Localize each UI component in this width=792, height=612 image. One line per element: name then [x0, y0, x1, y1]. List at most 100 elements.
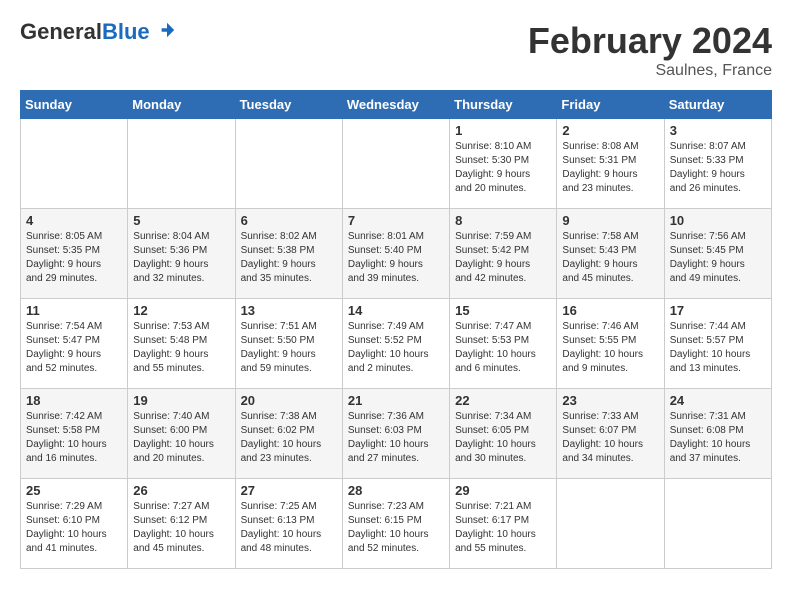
calendar-cell: 6 Sunrise: 8:02 AM Sunset: 5:38 PM Daylig… [235, 209, 342, 299]
day-info: Sunrise: 8:05 AM Sunset: 5:35 PM Dayligh… [26, 230, 122, 286]
day-info: Sunrise: 7:53 AM Sunset: 5:48 PM Dayligh… [133, 320, 229, 376]
weekday-header-thursday: Thursday [450, 91, 557, 119]
calendar-cell: 4 Sunrise: 8:05 AM Sunset: 5:35 PM Daylig… [21, 209, 128, 299]
day-number: 12 [133, 303, 229, 318]
day-number: 29 [455, 483, 551, 498]
calendar-cell: 2 Sunrise: 8:08 AM Sunset: 5:31 PM Daylig… [557, 119, 664, 209]
calendar-cell [557, 479, 664, 569]
day-number: 8 [455, 213, 551, 228]
calendar-week-row: 1Sunrise: 8:10 AM Sunset: 5:30 PM Daylig… [21, 119, 772, 209]
calendar-week-row: 11 Sunrise: 7:54 AM Sunset: 5:47 PM Dayli… [21, 299, 772, 389]
calendar-cell: 1Sunrise: 8:10 AM Sunset: 5:30 PM Daylig… [450, 119, 557, 209]
day-info: Sunrise: 7:36 AM Sunset: 6:03 PM Dayligh… [348, 410, 444, 466]
calendar-cell: 20Sunrise: 7:38 AM Sunset: 6:02 PM Dayli… [235, 389, 342, 479]
weekday-header-sunday: Sunday [21, 91, 128, 119]
day-number: 10 [670, 213, 766, 228]
logo-blue-text: Blue [102, 19, 150, 44]
day-info: Sunrise: 7:31 AM Sunset: 6:08 PM Dayligh… [670, 410, 766, 466]
day-info: Sunrise: 7:33 AM Sunset: 6:07 PM Dayligh… [562, 410, 658, 466]
calendar-cell: 29 Sunrise: 7:21 AM Sunset: 6:17 PM Dayli… [450, 479, 557, 569]
calendar-cell: 8 Sunrise: 7:59 AM Sunset: 5:42 PM Daylig… [450, 209, 557, 299]
day-info: Sunrise: 7:58 AM Sunset: 5:43 PM Dayligh… [562, 230, 658, 286]
day-info: Sunrise: 7:38 AM Sunset: 6:02 PM Dayligh… [241, 410, 337, 466]
day-number: 26 [133, 483, 229, 498]
calendar-cell: 25 Sunrise: 7:29 AM Sunset: 6:10 PM Dayli… [21, 479, 128, 569]
day-info: Sunrise: 7:25 AM Sunset: 6:13 PM Dayligh… [241, 500, 337, 556]
calendar-cell: 9 Sunrise: 7:58 AM Sunset: 5:43 PM Daylig… [557, 209, 664, 299]
day-info: Sunrise: 7:29 AM Sunset: 6:10 PM Dayligh… [26, 500, 122, 556]
day-number: 11 [26, 303, 122, 318]
calendar-cell [342, 119, 449, 209]
calendar-week-row: 25 Sunrise: 7:29 AM Sunset: 6:10 PM Dayli… [21, 479, 772, 569]
calendar-cell: 16Sunrise: 7:46 AM Sunset: 5:55 PM Dayli… [557, 299, 664, 389]
calendar-cell: 12 Sunrise: 7:53 AM Sunset: 5:48 PM Dayli… [128, 299, 235, 389]
calendar-cell: 22 Sunrise: 7:34 AM Sunset: 6:05 PM Dayli… [450, 389, 557, 479]
month-title: February 2024 [528, 20, 772, 62]
calendar-week-row: 18 Sunrise: 7:42 AM Sunset: 5:58 PM Dayli… [21, 389, 772, 479]
day-info: Sunrise: 7:34 AM Sunset: 6:05 PM Dayligh… [455, 410, 551, 466]
logo-icon [158, 21, 176, 39]
calendar-table: SundayMondayTuesdayWednesdayThursdayFrid… [20, 90, 772, 569]
day-number: 16 [562, 303, 658, 318]
day-info: Sunrise: 7:59 AM Sunset: 5:42 PM Dayligh… [455, 230, 551, 286]
day-number: 22 [455, 393, 551, 408]
weekday-header-friday: Friday [557, 91, 664, 119]
day-number: 4 [26, 213, 122, 228]
calendar-cell: 17 Sunrise: 7:44 AM Sunset: 5:57 PM Dayli… [664, 299, 771, 389]
day-number: 24 [670, 393, 766, 408]
day-number: 17 [670, 303, 766, 318]
calendar-cell: 10 Sunrise: 7:56 AM Sunset: 5:45 PM Dayli… [664, 209, 771, 299]
day-number: 18 [26, 393, 122, 408]
calendar-cell: 5Sunrise: 8:04 AM Sunset: 5:36 PM Daylig… [128, 209, 235, 299]
calendar-week-row: 4 Sunrise: 8:05 AM Sunset: 5:35 PM Daylig… [21, 209, 772, 299]
day-number: 21 [348, 393, 444, 408]
calendar-cell: 11 Sunrise: 7:54 AM Sunset: 5:47 PM Dayli… [21, 299, 128, 389]
day-number: 2 [562, 123, 658, 138]
day-number: 3 [670, 123, 766, 138]
calendar-cell: 13Sunrise: 7:51 AM Sunset: 5:50 PM Dayli… [235, 299, 342, 389]
calendar-cell: 7 Sunrise: 8:01 AM Sunset: 5:40 PM Daylig… [342, 209, 449, 299]
calendar-cell: 27 Sunrise: 7:25 AM Sunset: 6:13 PM Dayli… [235, 479, 342, 569]
day-number: 23 [562, 393, 658, 408]
day-number: 7 [348, 213, 444, 228]
day-number: 6 [241, 213, 337, 228]
day-info: Sunrise: 7:47 AM Sunset: 5:53 PM Dayligh… [455, 320, 551, 376]
calendar-cell: 18 Sunrise: 7:42 AM Sunset: 5:58 PM Dayli… [21, 389, 128, 479]
day-info: Sunrise: 8:01 AM Sunset: 5:40 PM Dayligh… [348, 230, 444, 286]
calendar-cell: 26Sunrise: 7:27 AM Sunset: 6:12 PM Dayli… [128, 479, 235, 569]
logo: GeneralBlue [20, 20, 176, 44]
calendar-cell: 28 Sunrise: 7:23 AM Sunset: 6:15 PM Dayli… [342, 479, 449, 569]
weekday-header-tuesday: Tuesday [235, 91, 342, 119]
calendar-cell: 3Sunrise: 8:07 AM Sunset: 5:33 PM Daylig… [664, 119, 771, 209]
calendar-cell: 21 Sunrise: 7:36 AM Sunset: 6:03 PM Dayli… [342, 389, 449, 479]
day-number: 9 [562, 213, 658, 228]
location-title: Saulnes, France [528, 62, 772, 80]
calendar-cell: 19Sunrise: 7:40 AM Sunset: 6:00 PM Dayli… [128, 389, 235, 479]
day-number: 27 [241, 483, 337, 498]
day-info: Sunrise: 7:51 AM Sunset: 5:50 PM Dayligh… [241, 320, 337, 376]
day-number: 19 [133, 393, 229, 408]
day-number: 25 [26, 483, 122, 498]
calendar-cell [128, 119, 235, 209]
day-info: Sunrise: 7:49 AM Sunset: 5:52 PM Dayligh… [348, 320, 444, 376]
day-info: Sunrise: 7:44 AM Sunset: 5:57 PM Dayligh… [670, 320, 766, 376]
calendar-cell: 23 Sunrise: 7:33 AM Sunset: 6:07 PM Dayli… [557, 389, 664, 479]
calendar-cell [664, 479, 771, 569]
day-info: Sunrise: 8:04 AM Sunset: 5:36 PM Dayligh… [133, 230, 229, 286]
weekday-header-wednesday: Wednesday [342, 91, 449, 119]
day-info: Sunrise: 8:10 AM Sunset: 5:30 PM Dayligh… [455, 140, 551, 196]
day-info: Sunrise: 7:21 AM Sunset: 6:17 PM Dayligh… [455, 500, 551, 556]
day-number: 28 [348, 483, 444, 498]
calendar-cell: 14 Sunrise: 7:49 AM Sunset: 5:52 PM Dayli… [342, 299, 449, 389]
day-info: Sunrise: 7:56 AM Sunset: 5:45 PM Dayligh… [670, 230, 766, 286]
day-info: Sunrise: 8:08 AM Sunset: 5:31 PM Dayligh… [562, 140, 658, 196]
day-info: Sunrise: 7:23 AM Sunset: 6:15 PM Dayligh… [348, 500, 444, 556]
day-info: Sunrise: 7:42 AM Sunset: 5:58 PM Dayligh… [26, 410, 122, 466]
calendar-body: 1Sunrise: 8:10 AM Sunset: 5:30 PM Daylig… [21, 119, 772, 569]
weekday-header-monday: Monday [128, 91, 235, 119]
calendar-cell: 15Sunrise: 7:47 AM Sunset: 5:53 PM Dayli… [450, 299, 557, 389]
day-info: Sunrise: 8:02 AM Sunset: 5:38 PM Dayligh… [241, 230, 337, 286]
calendar-header-row: SundayMondayTuesdayWednesdayThursdayFrid… [21, 91, 772, 119]
day-info: Sunrise: 7:54 AM Sunset: 5:47 PM Dayligh… [26, 320, 122, 376]
day-number: 14 [348, 303, 444, 318]
